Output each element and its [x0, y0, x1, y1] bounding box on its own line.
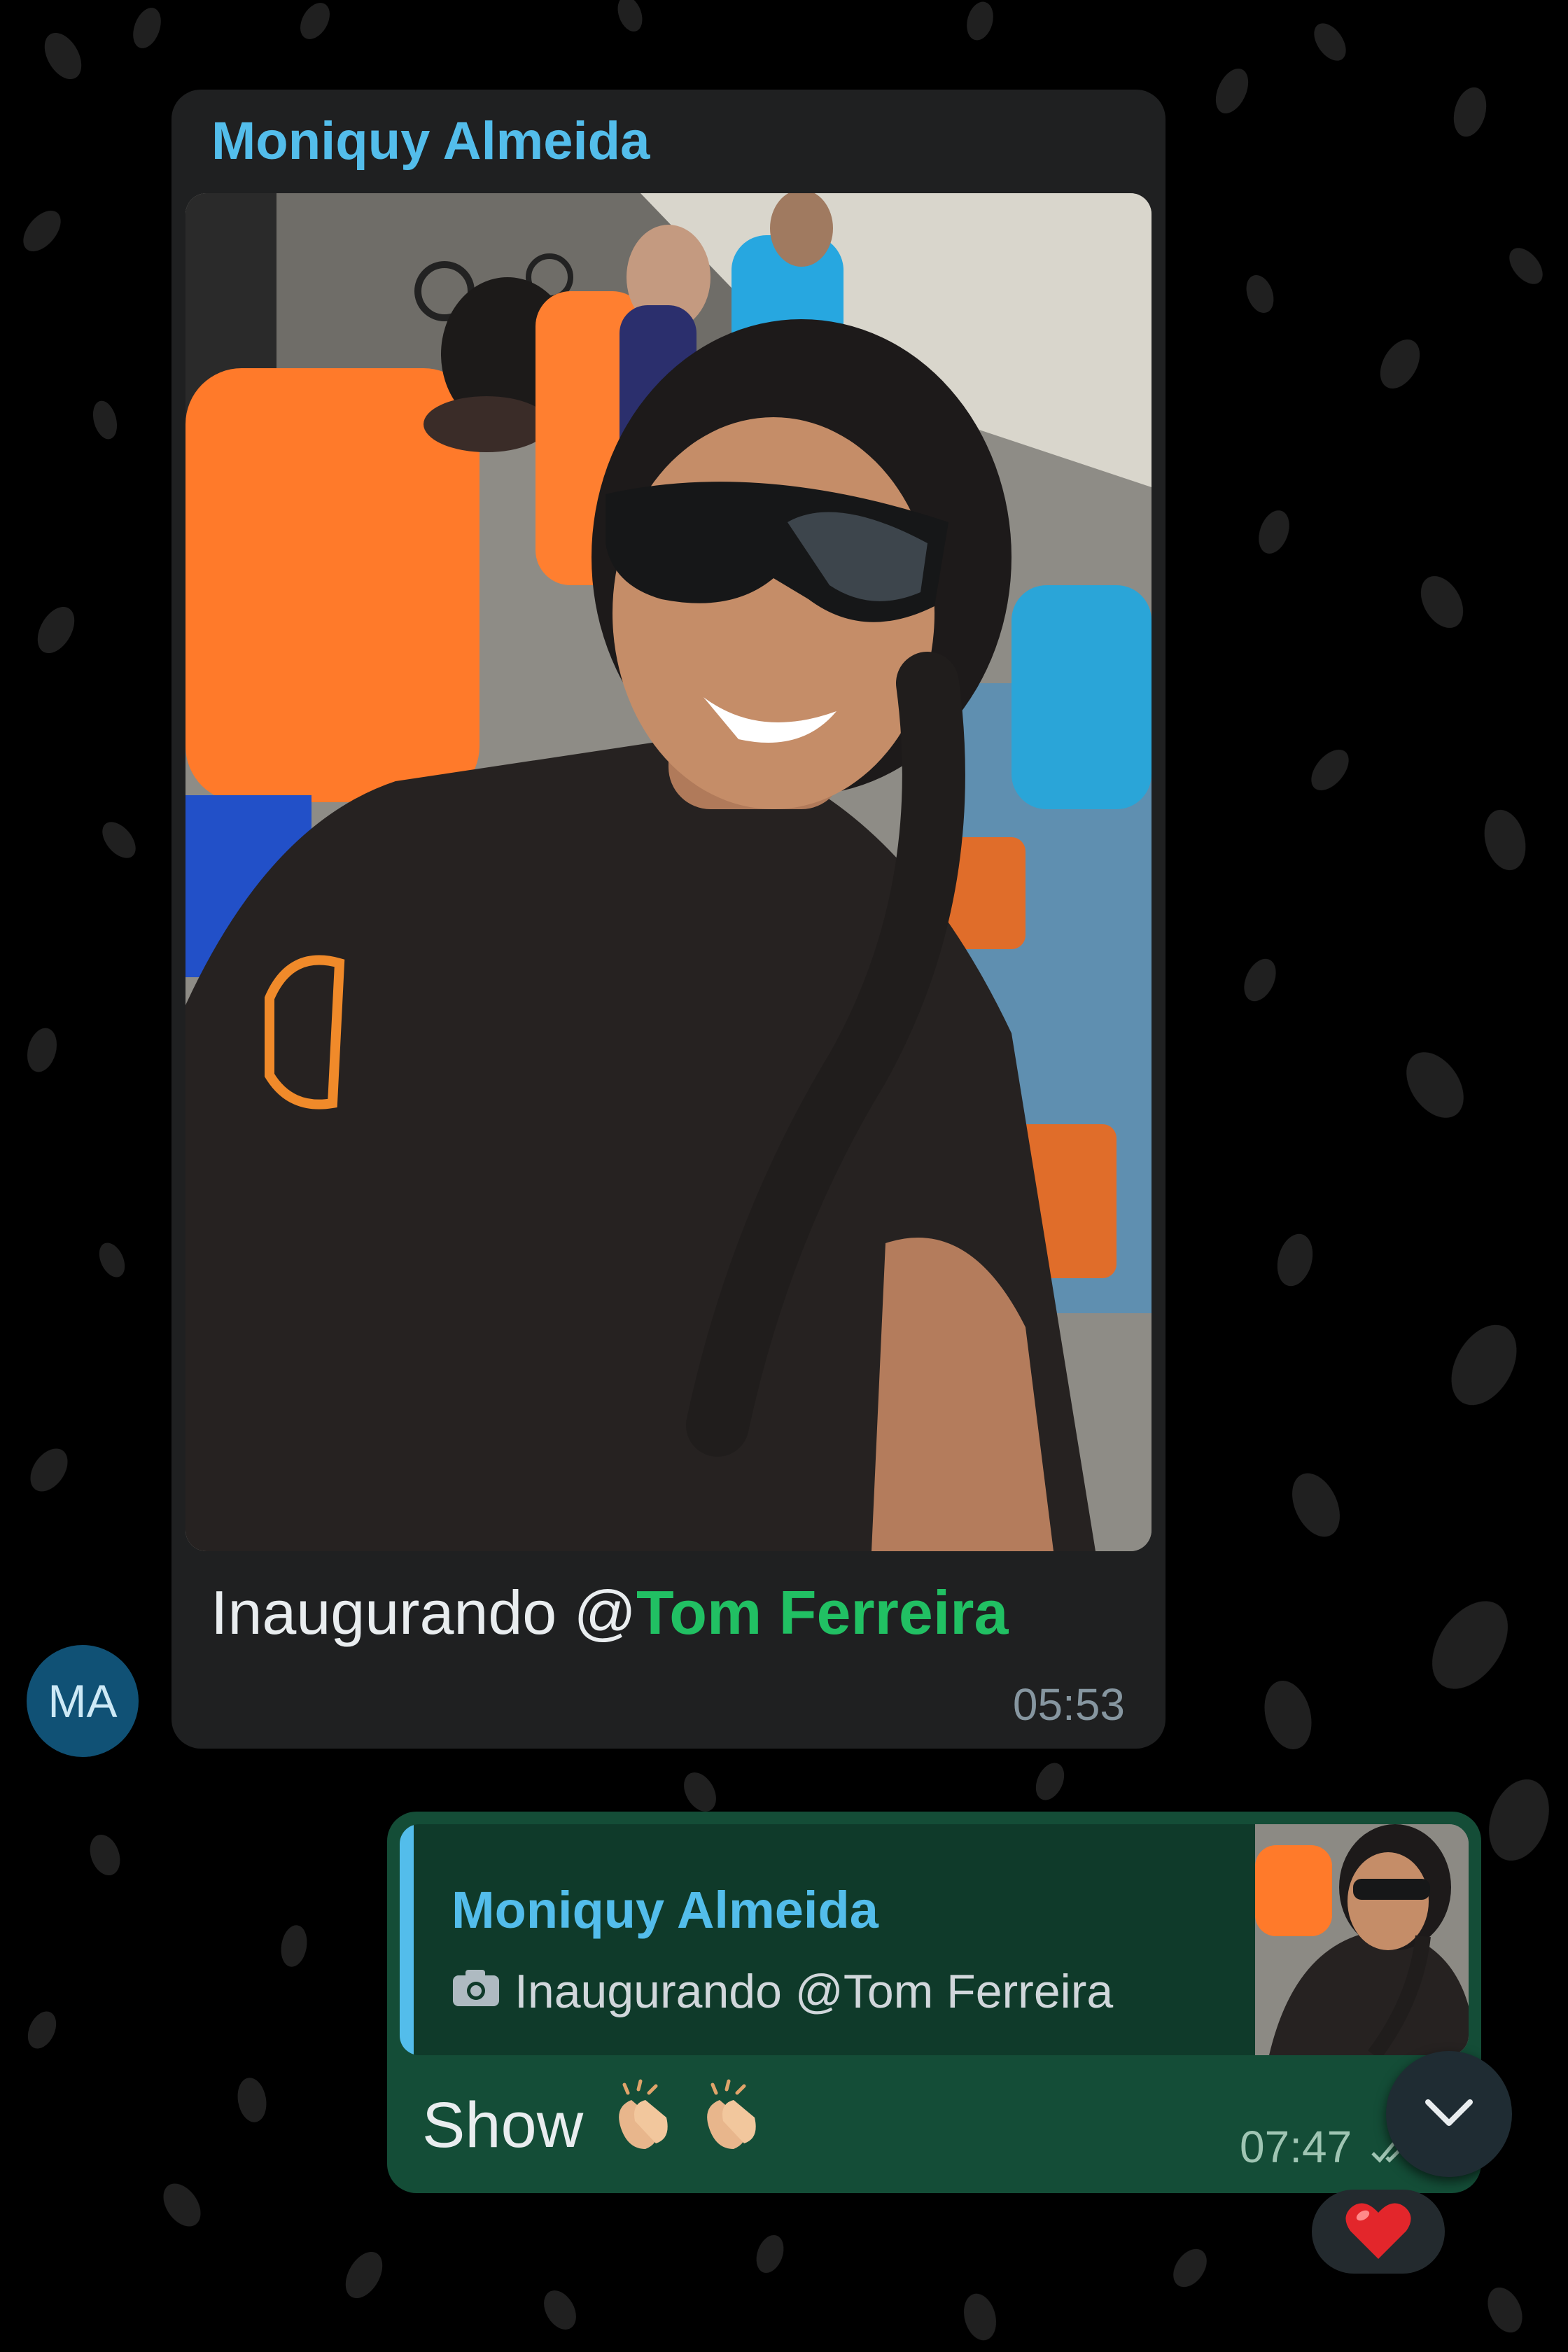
message-caption: Inaugurando @Tom Ferreira	[211, 1577, 1008, 1648]
sender-name[interactable]: Moniquy Almeida	[211, 111, 650, 172]
quote-sender-name: Moniquy Almeida	[451, 1881, 878, 1939]
clapping-hands-icon	[695, 2079, 772, 2171]
reply-message: Show	[422, 2089, 584, 2161]
quote-thumbnail	[1255, 1824, 1469, 2055]
quote-preview: Inaugurando @Tom Ferreira	[451, 1964, 1113, 2019]
quoted-message[interactable]: Moniquy Almeida Inaugurando @Tom Ferreir…	[400, 1824, 1469, 2055]
incoming-message-bubble[interactable]: Moniquy Almeida Inaugurando @Tom Ferreir…	[172, 90, 1166, 1749]
caption-text: Inaugurando @	[211, 1578, 637, 1647]
clapping-hands-icon	[607, 2079, 684, 2171]
outgoing-timestamp: 07:47	[1240, 2121, 1412, 2176]
quote-preview-text: Inaugurando @Tom Ferreira	[514, 1965, 1114, 2018]
message-photo[interactable]	[186, 193, 1152, 1551]
message-reaction[interactable]	[1312, 2190, 1445, 2274]
caption-mention[interactable]: Tom Ferreira	[636, 1578, 1008, 1647]
reply-text: Show	[422, 2079, 772, 2171]
sender-avatar[interactable]: MA	[27, 1645, 139, 1757]
scroll-down-button[interactable]	[1386, 2051, 1512, 2177]
camera-icon	[451, 1964, 500, 2019]
incoming-timestamp: 05:53	[1012, 1679, 1125, 1730]
heart-icon	[1345, 2200, 1412, 2264]
outgoing-time: 07:47	[1240, 2122, 1352, 2172]
outgoing-message-bubble[interactable]: Moniquy Almeida Inaugurando @Tom Ferreir…	[387, 1812, 1481, 2193]
quote-accent-bar	[400, 1824, 414, 2055]
chevron-down-icon	[1421, 2095, 1477, 2134]
